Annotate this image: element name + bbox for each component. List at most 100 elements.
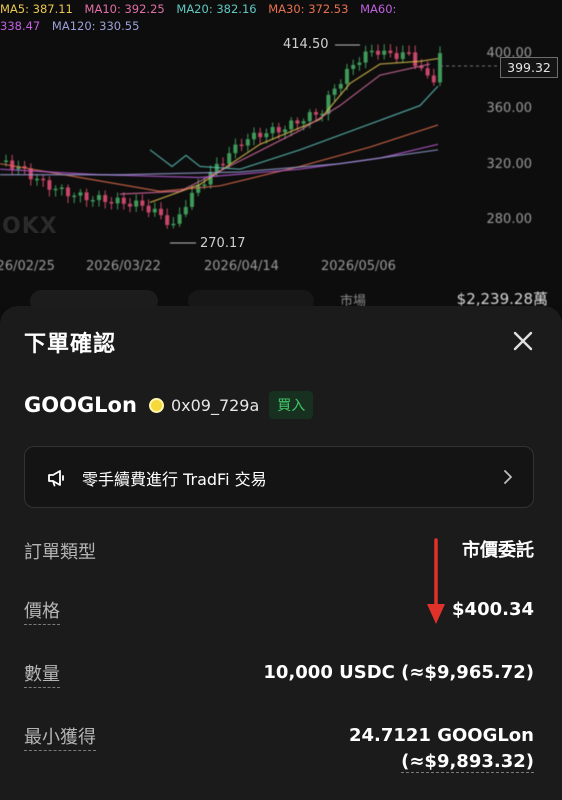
candle-body: [4, 160, 8, 163]
x-tick: 2026/02/25: [0, 259, 55, 274]
candle-body: [146, 205, 151, 213]
close-button[interactable]: [510, 328, 536, 354]
candle-body: [407, 52, 411, 54]
candle-body: [84, 192, 89, 201]
candle-body: [196, 185, 201, 193]
y-tick: 320.00: [486, 157, 533, 172]
ma-line: [0, 124, 439, 192]
candle-body: [276, 126, 281, 133]
contract-address: 0x09_729a: [170, 395, 260, 415]
candle-body: [289, 120, 294, 130]
megaphone-icon: [48, 470, 64, 487]
low-annotation: 270.17: [200, 236, 246, 251]
candle-body: [183, 206, 188, 215]
candle-body: [72, 195, 77, 198]
quantity-value: 10,000 USDC (≈$9,965.72): [263, 662, 534, 683]
promo-text: 零手續費進行 TradFi 交易: [82, 470, 267, 489]
high-annotation: 414.50: [283, 37, 329, 52]
candle-body: [332, 88, 337, 95]
candle-body: [221, 163, 225, 166]
ma60-label: MA60:: [360, 2, 397, 16]
candle-body: [413, 52, 418, 67]
ma-line: [149, 85, 439, 170]
candle-body: [363, 51, 368, 63]
ma-legend-row-1: MA5: 387.11 MA10: 392.25 MA20: 382.16 MA…: [0, 2, 404, 16]
market-cap-label: 市場: [340, 294, 367, 306]
tradfi-promo-banner[interactable]: 零手續費進行 TradFi 交易: [24, 446, 534, 508]
x-tick: 2026/04/14: [204, 259, 279, 274]
tab-pill-left[interactable]: [30, 290, 158, 306]
candle-body: [345, 68, 349, 84]
candle-body: [152, 208, 157, 213]
order-type-label: 訂單類型: [24, 542, 96, 563]
candle-body: [301, 121, 306, 124]
candle-body: [258, 132, 263, 138]
tab-pill-right[interactable]: [188, 290, 314, 306]
candle-body: [252, 132, 256, 140]
candle-body: [400, 52, 405, 60]
candle-body: [59, 187, 64, 189]
candle-body: [382, 50, 387, 55]
ma5-label: MA5: 387.11: [0, 2, 73, 16]
candle-body: [239, 144, 244, 147]
price-label[interactable]: 價格: [24, 597, 60, 625]
price-chart: MA5: 387.11 MA10: 392.25 MA20: 382.16 MA…: [0, 0, 562, 306]
asset-row: GOOGLon 0x09_729a 買入: [24, 390, 314, 420]
candle-body: [109, 202, 114, 204]
min-received-value: 24.7121 GOOGLon (≈$9,893.32): [349, 723, 534, 775]
candle-body: [190, 192, 194, 207]
candle-body: [431, 75, 436, 83]
candle-body: [97, 195, 101, 201]
candle-body: [369, 50, 374, 53]
ma30-label: MA30: 372.53: [268, 2, 349, 16]
candle-body: [295, 120, 300, 124]
candle-body: [53, 188, 58, 191]
candle-body: [159, 208, 163, 216]
min-received-label[interactable]: 最小獲得: [24, 723, 96, 751]
candle-body: [121, 197, 126, 204]
candle-body: [41, 178, 46, 181]
candle-body: [78, 192, 83, 196]
candle-body: [227, 153, 232, 164]
ma-legend-row-2: 338.47 MA120: 330.55: [0, 19, 147, 33]
candle-body: [171, 223, 176, 226]
candle-body: [314, 112, 318, 115]
ma10-label: MA10: 392.25: [84, 2, 165, 16]
candle-body: [245, 139, 250, 146]
side-badge: 買入: [269, 391, 314, 419]
order-confirm-sheet: 下單確認 GOOGLon 0x09_729a 買入 零手續費進行 TradFi …: [0, 306, 562, 800]
candle-body: [264, 133, 269, 138]
candle-body: [394, 53, 399, 60]
candle-body: [233, 144, 238, 154]
x-tick: 2026/05/06: [321, 259, 396, 274]
candle-body: [10, 160, 15, 170]
candle-body: [425, 68, 430, 76]
candle-body: [66, 187, 70, 197]
candles-layer: [0, 44, 500, 244]
asset-name: GOOGLon: [24, 393, 137, 417]
sheet-title: 下單確認: [24, 332, 117, 357]
min-received-amount: 24.7121 GOOGLon: [348, 725, 534, 746]
ma-line: [119, 63, 431, 195]
candle-body: [47, 180, 52, 190]
candle-body: [165, 215, 170, 225]
candle-body: [115, 197, 120, 204]
watermark-logo: OKX: [2, 214, 58, 239]
candle-body: [35, 178, 39, 181]
candlestick-chart: [0, 44, 500, 244]
candle-body: [103, 195, 108, 203]
candle-body: [177, 214, 182, 224]
candle-body: [128, 203, 132, 207]
x-tick: 2026/03/22: [86, 259, 161, 274]
candle-body: [351, 64, 356, 69]
candle-body: [270, 126, 275, 134]
candle-body: [202, 184, 207, 187]
quantity-label[interactable]: 數量: [24, 660, 60, 688]
candle-body: [357, 62, 362, 65]
candle-body: [28, 168, 33, 180]
candle-body: [283, 129, 287, 133]
min-received-usd: (≈$9,893.32): [401, 751, 534, 773]
last-price-tag: 399.32: [500, 57, 558, 78]
ma-line: [149, 57, 439, 203]
price-value: $400.34: [452, 599, 534, 620]
